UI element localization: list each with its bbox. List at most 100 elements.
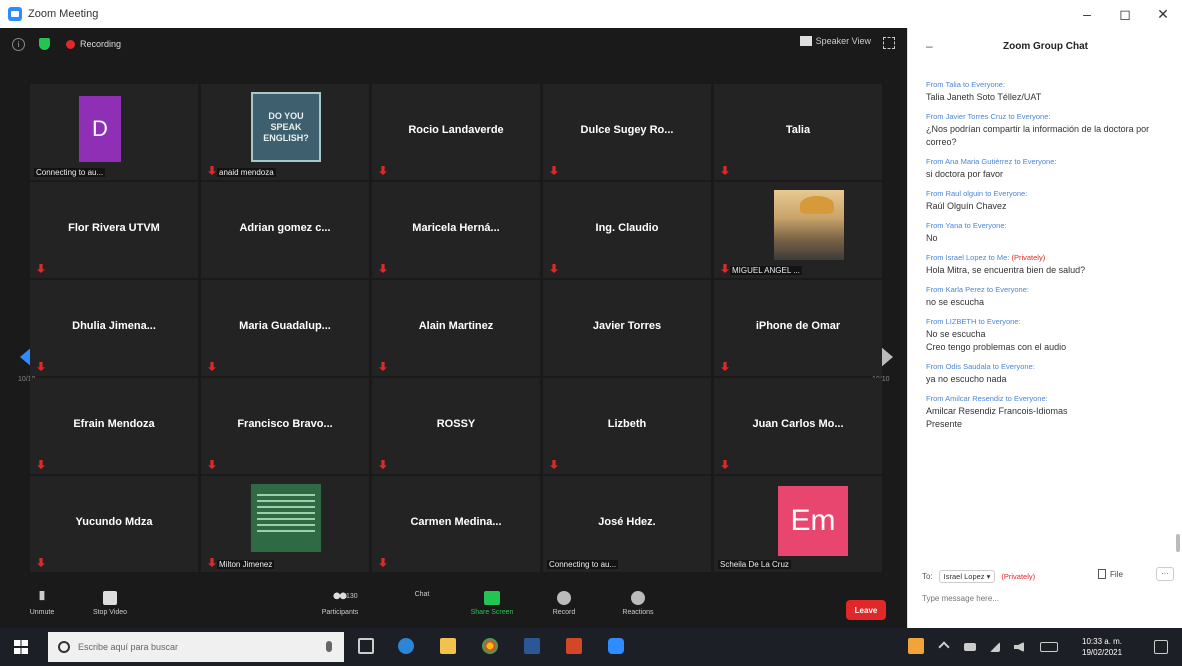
video-overlay-text: DO YOU bbox=[268, 110, 304, 121]
participant-name: José Hdez. bbox=[598, 516, 656, 528]
muted-microphone-icon bbox=[721, 166, 729, 175]
chat-message-sender: From Raul olguin to Everyone: bbox=[926, 189, 1176, 198]
participant-tile[interactable]: Talia bbox=[714, 84, 882, 180]
participant-tile[interactable]: Alain Martinez bbox=[372, 280, 540, 376]
more-options-button[interactable]: ··· bbox=[1156, 567, 1174, 581]
reactions-button[interactable]: Reactions bbox=[608, 591, 668, 616]
minimize-button[interactable]: – bbox=[1068, 0, 1106, 28]
security-shield-icon[interactable] bbox=[39, 38, 50, 50]
windows-start-icon[interactable] bbox=[14, 640, 28, 654]
chat-message-text: Hola Mitra, se encuentra bien de salud? bbox=[926, 265, 1086, 275]
participant-name: Lizbeth bbox=[607, 418, 647, 430]
cortana-icon bbox=[58, 641, 70, 653]
chat-header: – Zoom Group Chat bbox=[908, 28, 1182, 64]
chrome-icon[interactable] bbox=[482, 638, 498, 654]
participant-tile[interactable]: Em Scheila De La Cruz bbox=[714, 476, 882, 572]
chat-scrollbar[interactable] bbox=[1176, 534, 1180, 552]
participant-tile[interactable]: Carmen Medina... bbox=[372, 476, 540, 572]
participant-tile[interactable]: ROSSY bbox=[372, 378, 540, 474]
participant-tile[interactable]: Ing. Claudio bbox=[543, 182, 711, 278]
stop-video-button[interactable]: Stop Video bbox=[80, 591, 140, 616]
file-label: File bbox=[1110, 569, 1123, 579]
network-icon[interactable] bbox=[990, 642, 1000, 652]
taskbar-clock[interactable]: 10:33 a. m. 19/02/2021 bbox=[1082, 636, 1122, 658]
participant-tile[interactable]: Flor Rivera UTVM bbox=[30, 182, 198, 278]
notification-app-icon[interactable] bbox=[908, 638, 924, 654]
chat-message-text: Talia Janeth Soto Téllez/UAT bbox=[926, 92, 1042, 102]
taskbar-search-box[interactable]: Escribe aquí para buscar bbox=[48, 632, 344, 662]
participant-name: Yucundo Mdza bbox=[75, 516, 153, 528]
muted-microphone-icon bbox=[37, 264, 45, 273]
participant-avatar: Em bbox=[778, 486, 848, 556]
chat-label: Chat bbox=[414, 591, 430, 598]
muted-microphone-icon bbox=[721, 362, 729, 371]
participant-name: Carmen Medina... bbox=[410, 516, 502, 528]
participant-tile[interactable]: Maricela Herná... bbox=[372, 182, 540, 278]
participant-tile[interactable]: D Connecting to au... bbox=[30, 84, 198, 180]
participant-tile[interactable]: Yucundo Mdza bbox=[30, 476, 198, 572]
participant-tile[interactable]: Francisco Bravo... bbox=[201, 378, 369, 474]
participant-tile[interactable]: Maria Guadalup... bbox=[201, 280, 369, 376]
show-hidden-icons-icon[interactable] bbox=[938, 641, 950, 653]
chat-message-text: si doctora por favor bbox=[926, 169, 1004, 179]
recipient-select[interactable]: Israel Lopez ▾ bbox=[938, 570, 996, 583]
participant-tile[interactable]: Lizbeth bbox=[543, 378, 711, 474]
participant-caption: anaid mendoza bbox=[217, 168, 276, 177]
chat-message-sender: From Ana Maria Gutiérrez to Everyone: bbox=[926, 157, 1176, 166]
chat-messages[interactable]: From Talia to Everyone: Talia Janeth Soto… bbox=[908, 64, 1176, 554]
action-center-icon[interactable] bbox=[1154, 640, 1168, 654]
participant-tile[interactable]: Milton Jimenez bbox=[201, 476, 369, 572]
info-icon[interactable]: i bbox=[12, 37, 25, 51]
participant-tile[interactable]: Adrian gomez c... bbox=[201, 182, 369, 278]
participant-tile[interactable]: iPhone de Omar bbox=[714, 280, 882, 376]
participant-name: Rocio Landaverde bbox=[408, 124, 504, 136]
volume-icon[interactable] bbox=[1014, 642, 1024, 652]
zoom-taskbar-icon[interactable] bbox=[608, 638, 624, 654]
battery-icon[interactable] bbox=[964, 643, 976, 651]
muted-microphone-icon bbox=[208, 460, 216, 469]
word-icon[interactable] bbox=[524, 638, 540, 654]
leave-button[interactable]: Leave bbox=[846, 600, 886, 620]
muted-microphone-icon bbox=[721, 264, 729, 273]
share-screen-button[interactable]: Share Screen bbox=[462, 591, 522, 616]
muted-microphone-icon bbox=[208, 558, 216, 567]
chat-message: From Ana Maria Gutiérrez to Everyone: si … bbox=[926, 157, 1176, 181]
participant-tile[interactable]: Rocio Landaverde bbox=[372, 84, 540, 180]
grid-view-icon bbox=[799, 36, 812, 46]
participant-tile[interactable]: DO YOU SPEAK ENGLISH? anaid mendoza bbox=[201, 84, 369, 180]
file-explorer-icon[interactable] bbox=[440, 638, 456, 654]
participant-tile[interactable]: MIGUEL ANGEL ... bbox=[714, 182, 882, 278]
speaker-view-button[interactable]: Speaker View bbox=[799, 36, 871, 46]
participant-tile[interactable]: Dhulia Jimena... bbox=[30, 280, 198, 376]
sender-text: From Raul olguin to Everyone: bbox=[926, 189, 1028, 198]
close-button[interactable]: ✕ bbox=[1144, 0, 1182, 28]
participants-button[interactable]: 130 Participants bbox=[310, 591, 370, 616]
chat-button[interactable]: Chat bbox=[392, 591, 452, 598]
muted-microphone-icon bbox=[721, 460, 729, 469]
unmute-button[interactable]: Unmute bbox=[12, 591, 72, 616]
chat-message-input[interactable] bbox=[922, 594, 1162, 603]
keyboard-icon[interactable] bbox=[1040, 642, 1058, 652]
clock-time: 10:33 a. m. bbox=[1082, 637, 1123, 646]
file-button[interactable]: File bbox=[1098, 569, 1123, 579]
powerpoint-icon[interactable] bbox=[566, 638, 582, 654]
participant-name: Maria Guadalup... bbox=[239, 320, 331, 332]
task-view-icon[interactable] bbox=[358, 638, 374, 654]
edge-browser-icon[interactable] bbox=[398, 638, 414, 654]
participant-name: Adrian gomez c... bbox=[239, 222, 331, 234]
participant-tile[interactable]: Juan Carlos Mo... bbox=[714, 378, 882, 474]
participant-tile[interactable]: José Hdez. Connecting to au... bbox=[543, 476, 711, 572]
chat-message: From Karla Perez to Everyone: no se escuc… bbox=[926, 285, 1176, 309]
participant-caption: Connecting to au... bbox=[34, 168, 106, 177]
muted-microphone-icon bbox=[379, 460, 387, 469]
sender-text: From LIZBETH to Everyone: bbox=[926, 317, 1021, 326]
participant-tile[interactable]: Efrain Mendoza bbox=[30, 378, 198, 474]
participant-tile[interactable]: Javier Torres bbox=[543, 280, 711, 376]
voice-search-icon[interactable] bbox=[326, 641, 332, 652]
chat-message-sender: From Karla Perez to Everyone: bbox=[926, 285, 1176, 294]
participant-video-image bbox=[774, 190, 844, 260]
record-button[interactable]: Record bbox=[534, 591, 594, 616]
fullscreen-icon[interactable] bbox=[883, 37, 895, 49]
participant-tile[interactable]: Dulce Sugey Ro... bbox=[543, 84, 711, 180]
maximize-button[interactable]: ◻ bbox=[1106, 0, 1144, 28]
